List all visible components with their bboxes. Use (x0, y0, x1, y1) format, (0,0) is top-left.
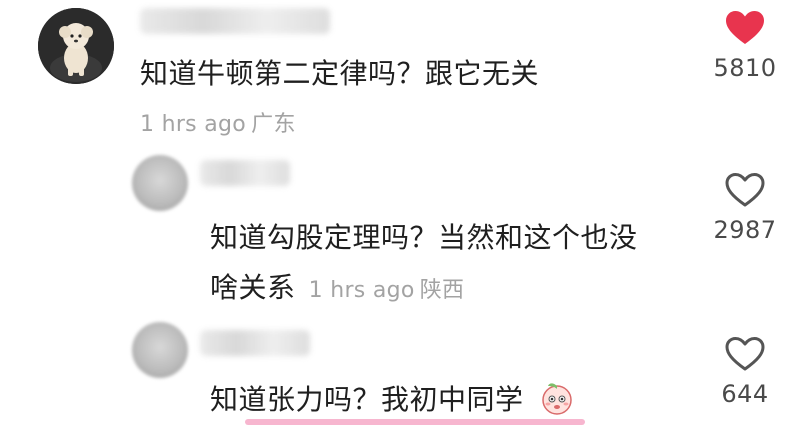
avatar[interactable] (132, 322, 188, 378)
username-redacted[interactable] (200, 330, 310, 356)
reply-item: 知道张力吗？我初中同学 644 (0, 0, 800, 425)
peach-face-emoji (539, 380, 575, 423)
comment-list: 知道牛顿第二定律吗？跟它无关 1 hrs ago 广东 5810 知道勾股定理吗… (0, 0, 800, 425)
input-bar-edge[interactable] (245, 419, 585, 425)
comment-text-row: 知道张力吗？我初中同学 (210, 378, 575, 423)
like-button[interactable]: 644 (705, 336, 785, 408)
like-count: 644 (721, 380, 769, 408)
outline-heart-icon (705, 336, 785, 372)
comment-text: 知道张力吗？我初中同学 (210, 383, 524, 416)
